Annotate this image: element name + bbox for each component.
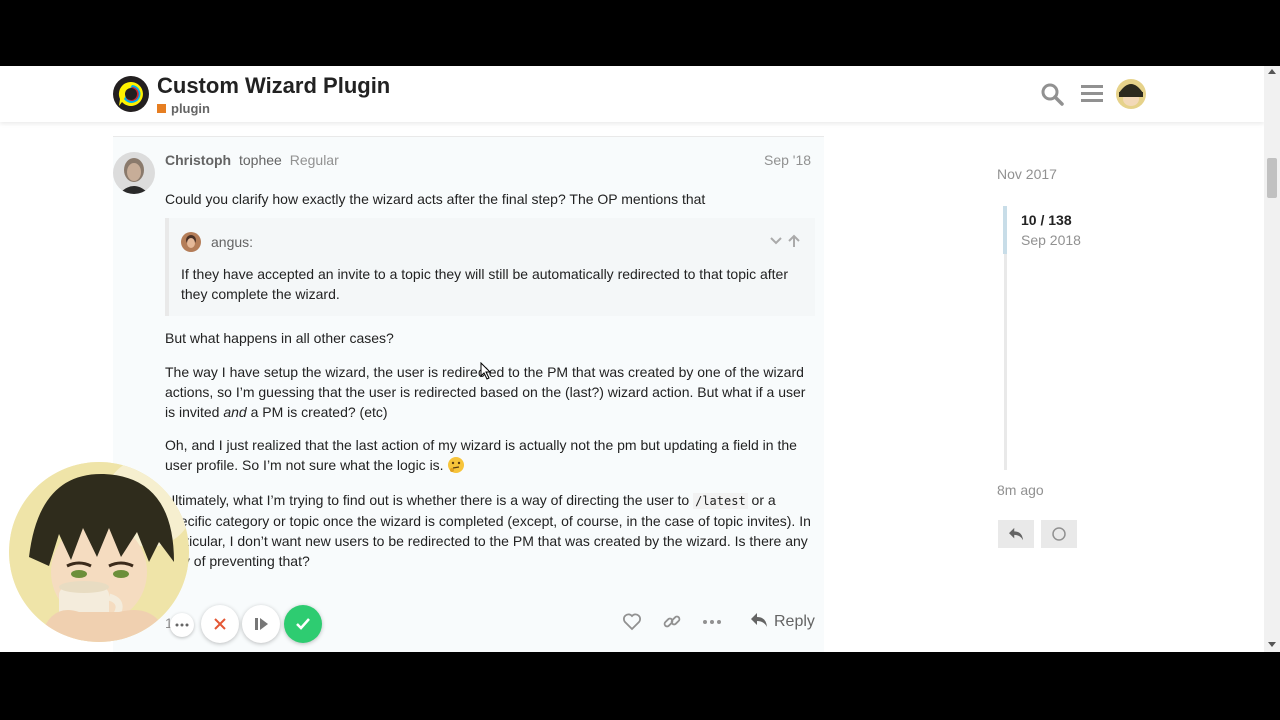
overlay-confirm-button[interactable]	[284, 605, 322, 643]
post-p4-start: Ultimately, what I’m trying to find out …	[165, 492, 694, 508]
post-date[interactable]: Sep '18	[764, 152, 811, 168]
post-p2-end: a PM is created? (etc)	[246, 404, 388, 420]
quote-username: angus:	[211, 234, 254, 250]
timeline-reply-button[interactable]	[998, 520, 1034, 548]
webcam-overlay-avatar	[9, 462, 189, 642]
timeline-position: 10 / 138	[1021, 212, 1072, 228]
scroll-thumb[interactable]	[1267, 158, 1277, 198]
hamburger-icon[interactable]	[1078, 80, 1106, 108]
post-meta: Christoph tophee Regular	[165, 152, 339, 168]
post-user-title: Regular	[289, 152, 339, 168]
reply-label: Reply	[774, 613, 815, 630]
quote-controls	[769, 234, 801, 251]
thinking-emoji-icon	[447, 456, 465, 479]
post-p4-code: /latest	[693, 493, 748, 509]
scroll-up-arrow-icon[interactable]	[1268, 69, 1276, 74]
quote-jump-up-icon[interactable]	[787, 234, 801, 251]
post-paragraph-intro: Could you clarify how exactly the wizard…	[165, 191, 706, 207]
quote-text: If they have accepted an invite to a top…	[181, 266, 788, 302]
post-username[interactable]: Christoph	[165, 152, 231, 168]
post-paragraph-1: But what happens in all other cases?	[165, 330, 394, 346]
browser-viewport: Custom Wizard Plugin plugin Christoph to…	[0, 66, 1280, 652]
category-color-swatch	[157, 104, 166, 113]
quote-expand-icon[interactable]	[769, 236, 787, 251]
timeline-notification-button[interactable]	[1041, 520, 1077, 548]
ellipsis-icon[interactable]	[702, 611, 722, 633]
video-letterbox-bottom	[0, 652, 1280, 720]
timeline-position-date: Sep 2018	[1021, 232, 1081, 248]
timeline-scroll-handle[interactable]	[1003, 206, 1007, 254]
reply-icon	[750, 612, 768, 633]
search-icon[interactable]	[1038, 80, 1066, 108]
overlay-play-pause-button[interactable]	[242, 605, 280, 643]
post-fullname: tophee	[239, 152, 282, 168]
category-label: plugin	[171, 101, 210, 116]
site-header: Custom Wizard Plugin plugin	[0, 66, 1264, 122]
overlay-more-button[interactable]	[170, 613, 194, 637]
overlay-close-button[interactable]	[201, 605, 239, 643]
topic-title[interactable]: Custom Wizard Plugin	[157, 73, 390, 99]
post-p2-emphasis: and	[223, 404, 247, 420]
discourse-logo[interactable]	[112, 75, 150, 113]
heart-icon[interactable]	[622, 611, 642, 633]
timeline-end-date[interactable]: 8m ago	[997, 482, 1044, 498]
quote-author-avatar	[181, 232, 201, 252]
post-author-avatar[interactable]	[113, 152, 155, 194]
current-user-avatar[interactable]	[1116, 79, 1146, 109]
reply-button[interactable]: Reply	[750, 611, 815, 633]
post-quote: angus: If they have accepted an invite t…	[165, 218, 815, 316]
mouse-cursor-icon	[480, 361, 492, 385]
category-badge[interactable]: plugin	[157, 101, 210, 116]
page-scrollbar[interactable]	[1264, 66, 1280, 652]
link-icon[interactable]	[662, 611, 682, 633]
post-divider	[113, 136, 824, 137]
video-letterbox-top	[0, 0, 1280, 66]
post-p3-text: Oh, and I just realized that the last ac…	[165, 437, 797, 473]
post-paragraph-3: Oh, and I just realized that the last ac…	[165, 435, 815, 479]
timeline-start-date[interactable]: Nov 2017	[997, 166, 1057, 182]
post-paragraph-4: Ultimately, what I’m trying to find out …	[165, 490, 815, 571]
scroll-down-arrow-icon[interactable]	[1268, 642, 1276, 647]
